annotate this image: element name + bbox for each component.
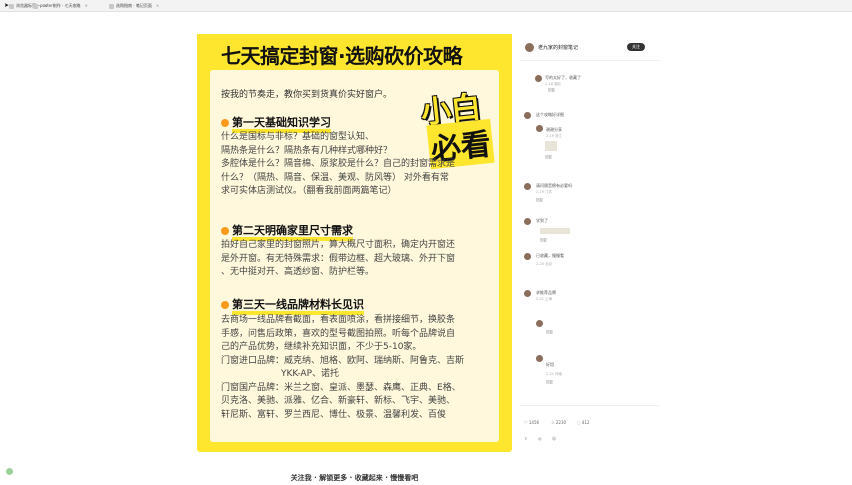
comment-meta: 2-18 湖北 [545,82,562,86]
reply-link[interactable]: 回复 [536,198,543,203]
commenter-avatar[interactable] [536,355,543,362]
tab-2[interactable]: poster制作 · 七天攻略 × [33,2,88,10]
comment-meta: 2-19 浙江 [546,134,563,138]
tab-2-label: poster制作 · 七天攻略 [40,3,81,8]
like-button[interactable]: ♡ 1456 [524,420,539,425]
author-avatar[interactable] [525,43,534,52]
reply-link[interactable]: 回复 [548,88,555,93]
commenter-avatar[interactable] [536,125,543,132]
text-line: 门窗进口品牌：威克纳、旭格、欧阿、瑞纳斯、阿鲁克、吉斯 [221,355,465,366]
close-icon[interactable]: × [156,3,159,8]
comment-text: 请问隔音棉有必要吗 [536,183,572,188]
poster-title: 七天搞定封窗·选购砍价攻略 [221,44,463,68]
tab-favicon-icon [33,3,38,9]
tab-3[interactable]: 选购指南 · 笔记页面 × [109,2,159,10]
section-heading-day3: 第三天一线品牌材料长见识 [221,296,364,315]
comment-text: 写的太好了，收藏了 [545,75,581,80]
share-icon[interactable]: ⇪ [524,436,527,441]
text-line: 手感，问售后政策，喜欢的型号截图拍照。听每个品牌说自 [221,328,456,339]
comment-meta: 2-21 河南 [546,372,563,376]
comment-meta: 2-19 江苏 [536,190,553,194]
commenter-avatar[interactable] [536,320,543,327]
browser-tab-bar: ➤ 浏览器标签一 × poster制作 · 七天攻略 × 选购指南 · 笔记页面 × [0,0,852,12]
text-line: 什么是国标与非标？基础的窗型认知、 [221,132,375,142]
close-icon[interactable]: × [85,3,88,8]
tab-favicon-icon [9,3,14,9]
commenter-avatar[interactable] [524,183,531,190]
comment-count: 412 [581,420,590,425]
author-name[interactable]: 老九家的封窗笔记 [538,44,578,51]
commenter-avatar[interactable] [524,218,531,225]
comment-image-thumbnail[interactable] [540,228,570,234]
text-line: 己的产品优势，继续补充知识面，不少于5-10家。 [221,342,422,352]
text-line: 、无中挺对开、高透纱窗、防护栏等。 [221,267,375,277]
star-count: 2230 [555,420,567,425]
comment-text: 这个攻略好详细 [536,112,564,117]
comment-text: 已收藏，慢慢看 [536,253,564,258]
tab-3-label: 选购指南 · 笔记页面 [116,3,152,8]
text-line: 贝克洛、美驰、派雅、亿合、新豪轩、新标、飞宇、美驰、 [221,396,456,406]
poster-intro: 按我的节奏走，教你买到货真价实好窗户。 [221,90,393,100]
reply-link[interactable]: 回复 [546,380,553,385]
follow-button[interactable]: 关注 [627,43,645,51]
text-line: 拍好自己家里的封窗照片，算大概尺寸面积，确定内开窗还 [221,240,456,250]
commenter-avatar[interactable] [535,75,542,82]
text-line: 去商场一线品牌看截面，看表面喷涂，看拼接细节，换胶条 [221,315,456,325]
commenter-avatar[interactable] [524,290,531,297]
comment-image-thumbnail[interactable] [545,141,557,151]
comment-button[interactable]: ◌ 412 [577,420,589,425]
bullet-icon [221,119,229,127]
tab-favicon-icon [109,3,114,9]
chat-icon[interactable]: ◎ [538,436,542,441]
divider [520,405,660,406]
star-button[interactable]: ☆ 2230 [551,420,566,425]
comment-meta: 2-21 上海 [536,297,553,301]
section-heading-day2: 第二天明确家里尺寸需求 [221,222,353,241]
comment-meta: 2-20 北京 [536,262,553,266]
text-line: 求可实体店测试仪。（翻看我前面两篇笔记） [221,186,397,196]
text-line: YKK-AP、诺托 [281,369,339,379]
section-body-day3: 去商场一线品牌看截面，看表面喷涂，看拼接细节，换胶条 手感，问售后政策，喜欢的型… [221,314,489,422]
text-line: 是外开窗。有无特殊需求：假带边框、超大玻璃、外开下窗 [221,253,456,264]
poster-image: 七天搞定封窗·选购砍价攻略 按我的节奏走，教你买到货真价实好窗户。 小白 必看 … [197,34,512,482]
bullet-icon [221,227,229,235]
text-line: 什么？（隔热、隔音、保温、美观、防风等） 对外看有常 [221,172,449,183]
status-icon[interactable] [6,468,13,475]
commenter-avatar[interactable] [524,253,531,260]
comment-text: 谢谢分享 [546,127,562,132]
reply-link[interactable]: 回复 [545,155,552,160]
section-body-day2: 拍好自己家里的封窗照片，算大概尺寸面积，确定内开窗还 是外开窗。有无特殊需求：假… [221,239,489,280]
comment-text: 好用 [546,362,554,367]
comment-text: 求推荐品牌 [536,290,556,295]
reply-link[interactable]: 回复 [540,238,547,243]
bullet-icon [221,301,229,309]
divider [520,60,660,61]
commenter-avatar[interactable] [524,112,531,119]
comment-text: 学到了 [536,218,548,223]
text-line: 门窗国产品牌：米兰之窗、皇派、墨瑟、森鹰、正典、E格、 [221,382,461,393]
poster-footer: 关注我 · 解锁更多 · 收藏起来 · 慢慢看吧 [290,474,419,482]
reply-link[interactable]: 回复 [546,330,553,335]
section-heading-text: 第三天一线品牌材料长见识 [232,298,364,315]
text-line: 隔热条是什么？隔热条有几种样式哪种好？ [221,145,393,156]
like-count: 1456 [528,420,540,425]
text-line: 轩尼斯、富轩、罗兰西尼、博仕、极景、温馨利发、百俊 [221,409,447,420]
section-body-day1: 什么是国标与非标？基础的窗型认知、 隔热条是什么？隔热条有几种样式哪种好？ 多腔… [221,131,489,199]
emoji-icon[interactable]: ☺ [552,436,556,441]
text-line: 多腔体是什么？隔音棉、原浆胶是什么？自己的封窗需求是 [221,159,456,169]
section-heading-day1: 第一天基础知识学习 [221,114,331,133]
